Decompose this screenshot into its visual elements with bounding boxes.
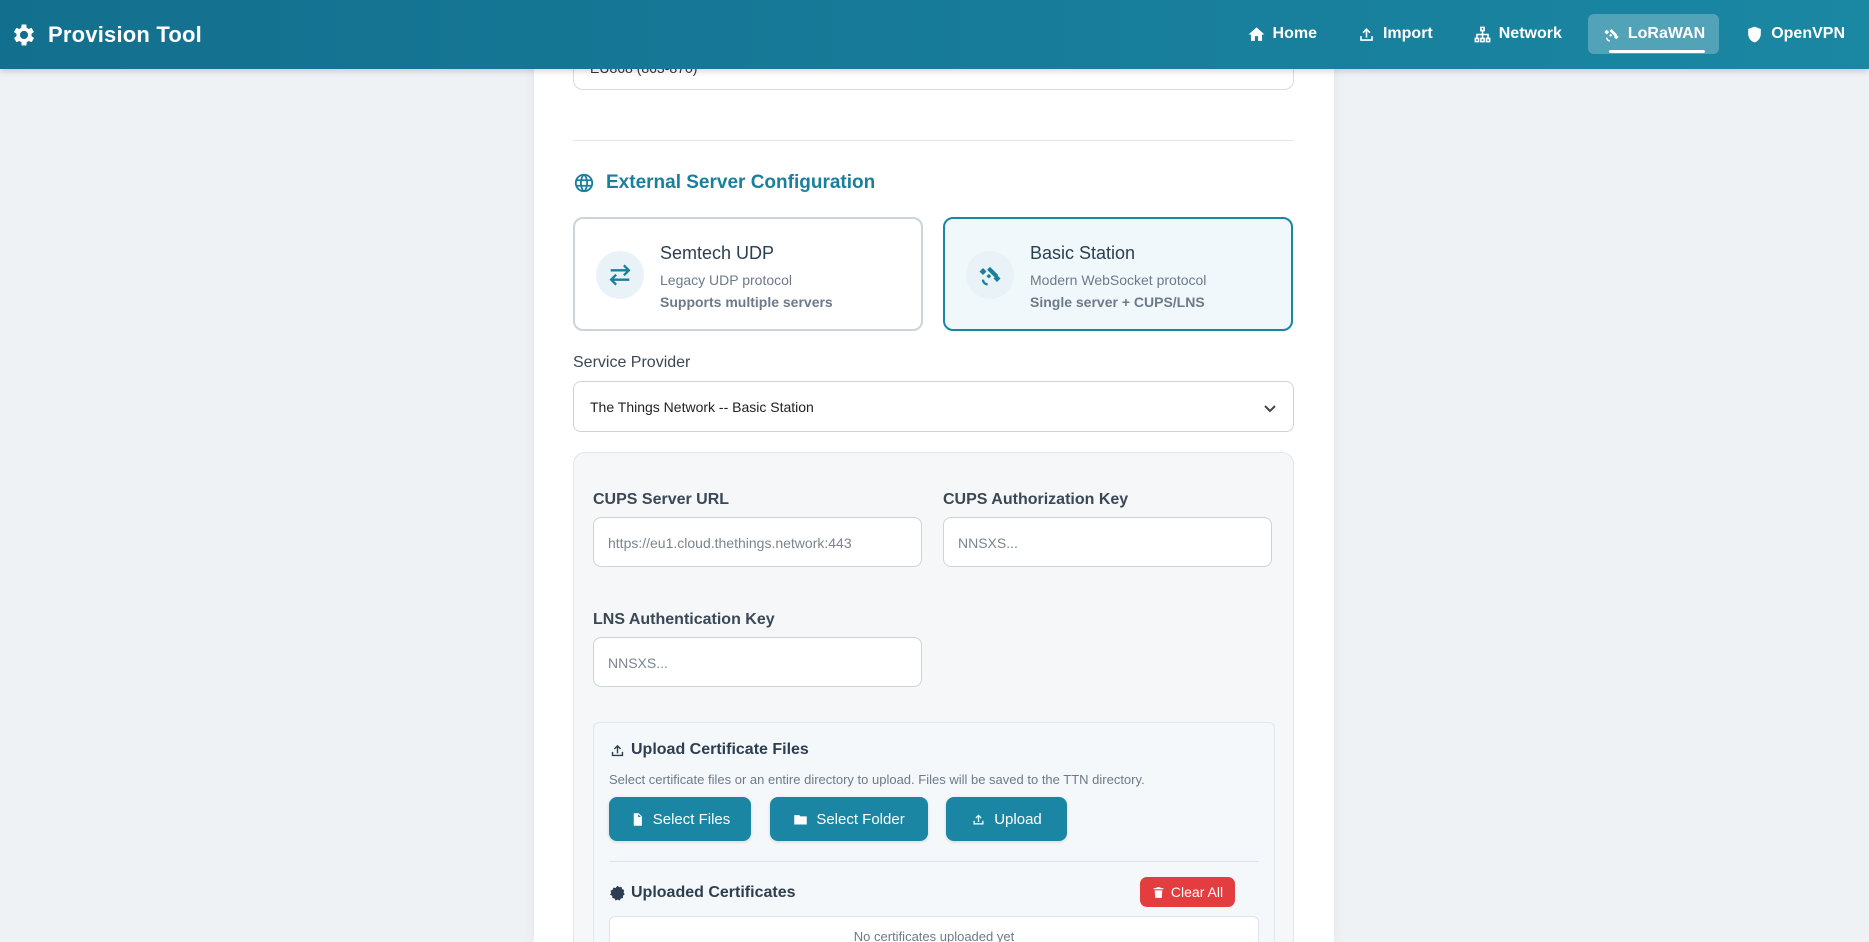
- nav-item-lorawan[interactable]: LoRaWAN: [1587, 14, 1720, 54]
- cups-url-placeholder: https://eu1.cloud.thethings.network:443: [608, 535, 852, 551]
- gear-icon: [13, 24, 35, 45]
- nav-item-label: OpenVPN: [1771, 25, 1845, 42]
- upload-description: Select certificate files or an entire di…: [609, 772, 1145, 787]
- section-title: External Server Configuration: [606, 172, 876, 193]
- trash-icon: [1153, 886, 1164, 898]
- protocol-icon-wrap: [596, 251, 644, 299]
- protocol-note: Single server + CUPS/LNS: [1030, 294, 1205, 310]
- external-server-heading: External Server Configuration: [573, 172, 875, 194]
- upload-divider: [609, 861, 1259, 862]
- upload-icon: [973, 814, 984, 824]
- shield-icon: [1748, 26, 1762, 42]
- nav-item-label: Import: [1382, 25, 1433, 42]
- select-files-button[interactable]: Select Files: [609, 797, 751, 841]
- upload-heading: Upload Certificate Files: [609, 741, 809, 759]
- clear-all-button[interactable]: Clear All: [1140, 877, 1235, 907]
- protocol-name: Basic Station: [1030, 243, 1136, 263]
- nav-item-home[interactable]: Home: [1233, 14, 1331, 54]
- uploaded-certificates-heading: Uploaded Certificates: [609, 884, 795, 902]
- main-nav: Home Import Network LoRaWAN OpenVPN: [1221, 14, 1859, 54]
- cups-key-placeholder: NNSXS...: [958, 535, 1018, 551]
- cups-key-input[interactable]: NNSXS...: [943, 517, 1272, 567]
- nav-item-openvpn[interactable]: OpenVPN: [1731, 14, 1859, 54]
- app-title: Provision Tool: [48, 21, 202, 47]
- lns-key-placeholder: NNSXS...: [608, 655, 668, 671]
- upload-icon: [611, 744, 624, 756]
- protocol-note: Supports multiple servers: [660, 294, 833, 310]
- select-folder-label: Select Folder: [816, 810, 905, 828]
- empty-state-text: No certificates uploaded yet: [853, 929, 1015, 942]
- folder-icon: [794, 814, 808, 824]
- arrows-exchange-icon: [609, 264, 631, 286]
- upload-title: Upload Certificate Files: [631, 741, 809, 758]
- home-icon: [1248, 26, 1264, 41]
- certificate-upload-panel: Upload Certificate Files Select certific…: [593, 722, 1275, 942]
- satellite-icon: [979, 266, 1001, 286]
- lns-key-input[interactable]: NNSXS...: [593, 637, 922, 687]
- upload-icon: [1360, 27, 1373, 41]
- protocol-name: Semtech UDP: [660, 243, 775, 263]
- certificate-badge-icon: [609, 885, 625, 901]
- clear-all-label: Clear All: [1170, 884, 1224, 900]
- service-provider-value: The Things Network -- Basic Station: [590, 399, 814, 415]
- network-icon: [1474, 26, 1491, 42]
- protocol-option-basic-station[interactable]: Basic Station Modern WebSocket protocol …: [943, 217, 1293, 331]
- certificate-list: No certificates uploaded yet: [609, 916, 1259, 942]
- globe-icon: [574, 173, 594, 193]
- upload-button[interactable]: Upload: [946, 797, 1067, 841]
- brand[interactable]: Provision Tool: [10, 0, 202, 69]
- protocol-description: Modern WebSocket protocol: [1030, 272, 1207, 288]
- section-divider: [573, 140, 1294, 141]
- cups-url-label: CUPS Server URL: [593, 491, 730, 508]
- service-provider-label: Service Provider: [573, 354, 691, 371]
- service-provider-select[interactable]: The Things Network -- Basic Station: [573, 381, 1294, 432]
- file-icon: [633, 812, 642, 826]
- nav-item-import[interactable]: Import: [1343, 14, 1447, 54]
- top-navbar: Provision Tool Home Import Network LoRaW…: [0, 0, 1869, 69]
- nav-item-label: LoRaWAN: [1627, 25, 1706, 42]
- select-folder-button[interactable]: Select Folder: [770, 797, 928, 841]
- nav-item-label: Home: [1272, 25, 1317, 42]
- upload-label: Upload: [994, 810, 1042, 828]
- uploaded-certificates-title: Uploaded Certificates: [631, 884, 796, 901]
- nav-item-network[interactable]: Network: [1459, 14, 1576, 54]
- chevron-down-icon: [1264, 405, 1276, 413]
- cups-key-label: CUPS Authorization Key: [943, 491, 1129, 508]
- select-files-label: Select Files: [652, 810, 731, 828]
- nav-item-label: Network: [1498, 25, 1562, 42]
- lns-key-label: LNS Authentication Key: [593, 611, 775, 628]
- lorawan-config-card: EU868 (863-870) External Server Configur…: [534, 0, 1334, 942]
- satellite-icon: [1604, 28, 1619, 42]
- protocol-description: Legacy UDP protocol: [660, 272, 793, 288]
- cups-url-input[interactable]: https://eu1.cloud.thethings.network:443: [593, 517, 922, 567]
- protocol-option-semtech-udp[interactable]: Semtech UDP Legacy UDP protocol Supports…: [573, 217, 923, 331]
- protocol-icon-wrap: [966, 251, 1014, 299]
